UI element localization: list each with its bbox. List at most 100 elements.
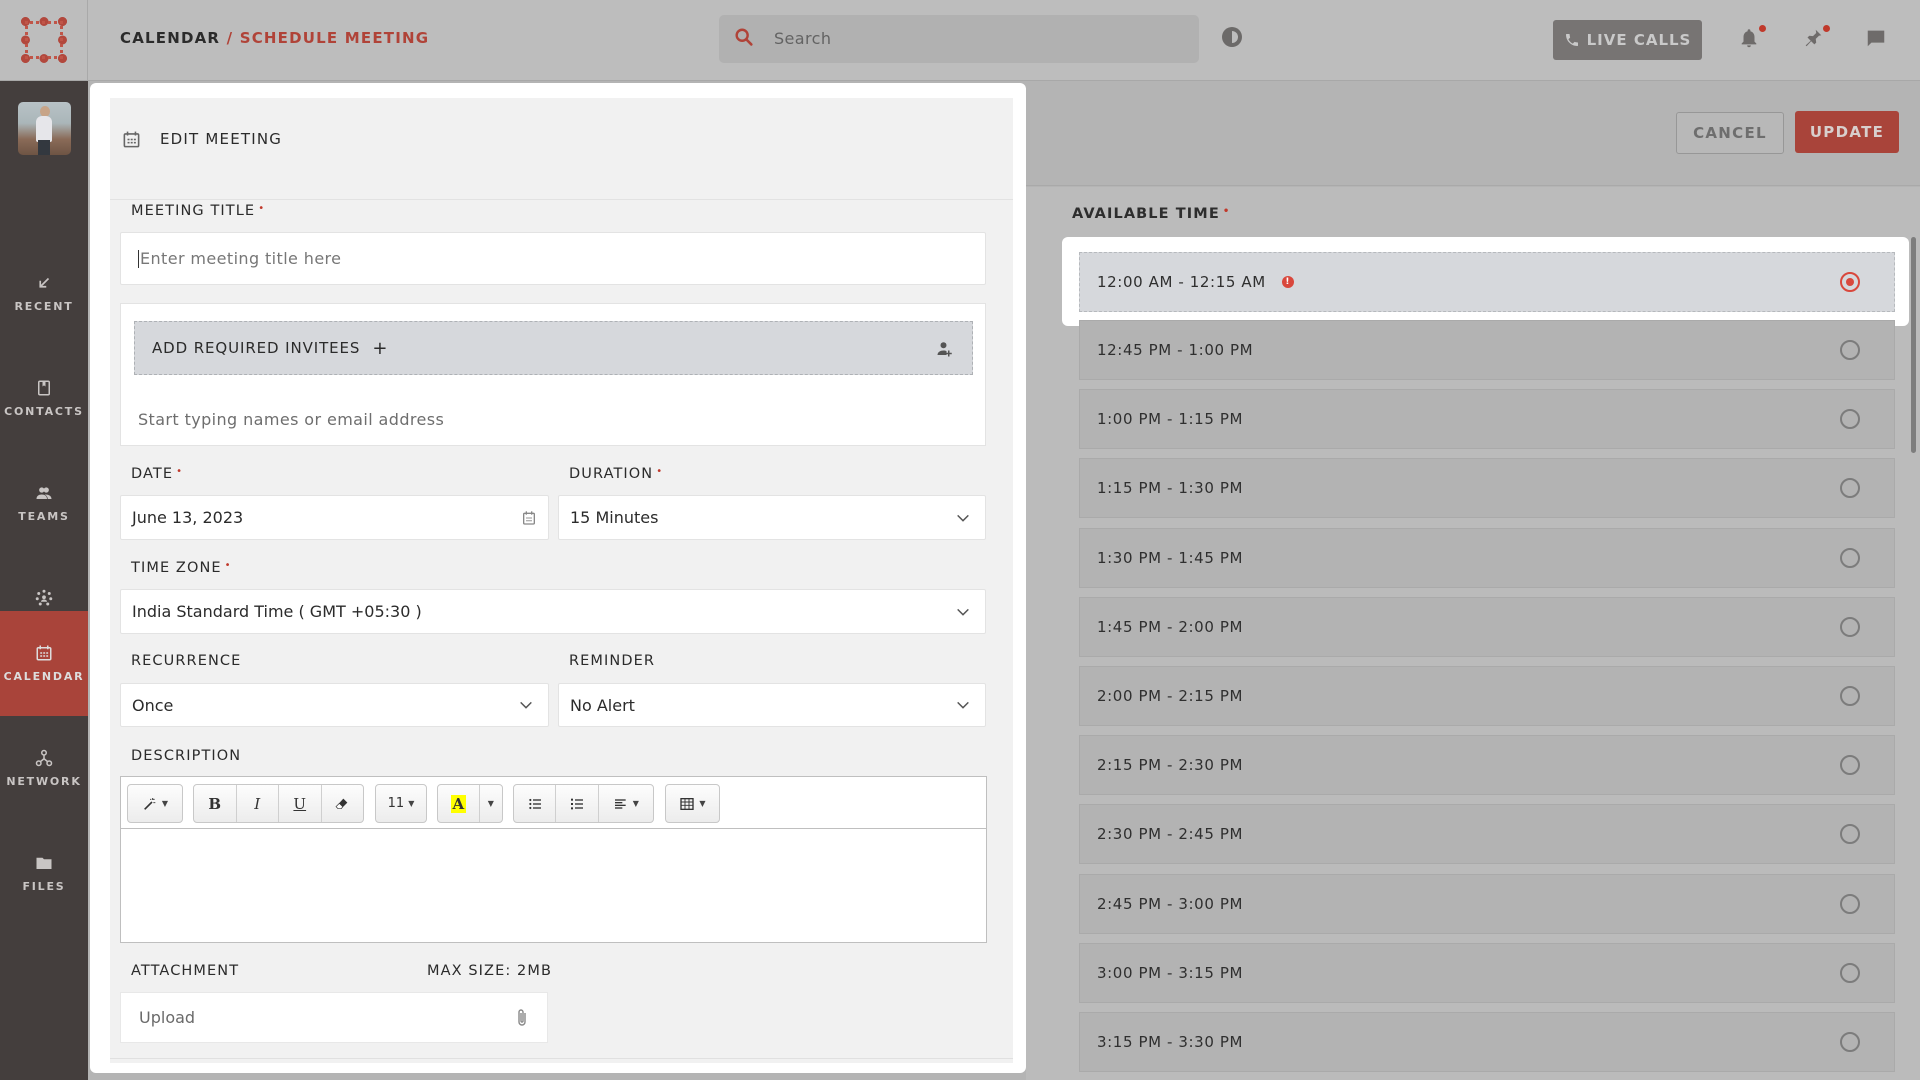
add-invitees-label: ADD REQUIRED INVITEES [152,339,361,357]
time-slot-label: 1:45 PM - 2:00 PM [1097,618,1244,636]
radio-unselected-icon[interactable] [1840,340,1860,360]
highlight-a-icon: A [450,794,467,813]
live-calls-button[interactable]: LIVE CALLS [1553,20,1702,60]
network-icon [35,749,53,767]
radio-unselected-icon[interactable] [1840,617,1860,637]
time-slot-label: 2:00 PM - 2:15 PM [1097,687,1244,705]
radio-unselected-icon[interactable] [1840,963,1860,983]
duration-select[interactable]: 15 Minutes [558,495,986,540]
chat-icon[interactable] [1865,27,1887,49]
theme-toggle-icon[interactable] [1222,27,1242,47]
sidebar-item-label: CALENDAR [3,670,85,683]
invitees-input[interactable]: Start typing names or email address [138,410,444,429]
numbered-list-icon [571,798,584,809]
time-slot[interactable]: 1:30 PM - 1:45 PM [1079,528,1895,588]
folder-icon [36,857,52,869]
recurrence-select[interactable]: Once [120,683,549,727]
top-bar: CALENDAR / SCHEDULE MEETING Search LIVE … [0,0,1920,81]
cancel-button[interactable]: CANCEL [1676,112,1784,154]
magic-style-button[interactable]: ▼ [128,785,182,822]
time-zone-select[interactable]: India Standard Time ( GMT +05:30 ) [120,589,986,634]
color-dropdown[interactable]: ▼ [480,785,502,822]
time-slot[interactable]: 2:30 PM - 2:45 PM [1079,804,1895,864]
logo-cell [0,0,88,81]
radio-unselected-icon[interactable] [1840,478,1860,498]
time-slot[interactable]: 1:45 PM - 2:00 PM [1079,597,1895,657]
meeting-title-input[interactable]: Enter meeting title here [120,232,986,285]
form-bottom-divider [110,1058,1013,1059]
meeting-title-label: MEETING TITLE • [131,203,266,219]
font-size-dropdown[interactable]: 11 ▼ [376,785,426,822]
app-logo[interactable] [21,17,67,63]
time-slot[interactable]: 2:45 PM - 3:00 PM [1079,874,1895,934]
bold-button[interactable]: B [194,785,237,822]
radio-unselected-icon[interactable] [1840,548,1860,568]
time-slot[interactable]: 2:00 PM - 2:15 PM [1079,666,1895,726]
description-label: DESCRIPTION [131,748,242,764]
italic-button[interactable]: I [237,785,279,822]
reminder-value: No Alert [570,695,635,715]
breadcrumb-schedule-meeting: SCHEDULE MEETING [239,29,430,47]
sidebar-item-label: FILES [22,880,66,893]
upload-input[interactable]: Upload [120,992,548,1043]
text-format-group: B I U [193,784,364,823]
required-marker: • [176,466,184,477]
sidebar-item-recent[interactable]: RECENT [0,241,88,346]
team-icon [36,487,52,499]
card-header [110,98,1013,200]
time-slot[interactable]: 12:45 PM - 1:00 PM [1079,320,1895,380]
sidebar-item-files[interactable]: FILES [0,821,88,926]
time-slot-label: 3:15 PM - 3:30 PM [1097,1033,1244,1051]
chevron-down-icon [957,701,969,709]
magic-wand-icon [144,797,156,810]
update-button[interactable]: UPDATE [1795,111,1899,153]
time-slot-label: 3:00 PM - 3:15 PM [1097,964,1244,982]
time-slot[interactable]: 2:15 PM - 2:30 PM [1079,735,1895,795]
add-user-icon[interactable] [936,340,954,358]
sidebar-item-label: CONTACTS [4,405,84,418]
breadcrumb-calendar[interactable]: CALENDAR [120,29,220,47]
numbered-list-button[interactable] [556,785,599,822]
eraser-icon [335,798,348,809]
time-slot-label: 12:45 PM - 1:00 PM [1097,341,1254,359]
sidebar-item-teams[interactable]: TEAMS [0,451,88,556]
radio-unselected-icon[interactable] [1840,686,1860,706]
table-dropdown[interactable]: ▼ [666,785,719,822]
available-time-label: AVAILABLE TIME • [1072,206,1231,222]
time-slot[interactable]: 12:00 AM - 12:15 AM! [1079,252,1895,312]
time-slot[interactable]: 1:00 PM - 1:15 PM [1079,389,1895,449]
time-slot[interactable]: 3:00 PM - 3:15 PM [1079,943,1895,1003]
underline-button[interactable]: U [279,785,322,822]
date-input[interactable]: June 13, 2023 [120,495,549,540]
color-group: A ▼ [437,784,503,823]
reminder-select[interactable]: No Alert [558,683,986,727]
radio-unselected-icon[interactable] [1840,824,1860,844]
pin-icon[interactable] [1802,27,1824,49]
bullet-list-button[interactable] [514,785,557,822]
highlight-color-button[interactable]: A [438,785,480,822]
clear-format-button[interactable] [322,785,364,822]
time-slot[interactable]: 1:15 PM - 1:30 PM [1079,458,1895,518]
bullet-list-icon [528,798,541,809]
radio-unselected-icon[interactable] [1840,1032,1860,1052]
sidebar-item-contacts[interactable]: CONTACTS [0,346,88,451]
search-input[interactable]: Search [719,15,1199,63]
time-slot-scrollbar[interactable] [1911,237,1916,453]
duration-value: 15 Minutes [570,508,659,527]
radio-unselected-icon[interactable] [1840,409,1860,429]
sidebar-item-calendar[interactable]: CALENDAR [0,611,88,716]
calendar-picker-icon[interactable] [521,510,537,526]
avatar[interactable] [18,102,71,155]
radio-unselected-icon[interactable] [1840,894,1860,914]
radio-unselected-icon[interactable] [1840,755,1860,775]
radio-selected-icon[interactable] [1840,272,1860,292]
align-dropdown[interactable]: ▼ [599,785,653,822]
style-group: ▼ [127,784,183,823]
time-slot[interactable]: 3:15 PM - 3:30 PM [1079,1012,1895,1072]
reminder-label: REMINDER [569,653,656,669]
bell-icon[interactable] [1738,27,1760,49]
add-required-invitees-button[interactable]: ADD REQUIRED INVITEES + [134,321,973,375]
sidebar-item-network[interactable]: NETWORK [0,716,88,821]
card-title: EDIT MEETING [160,130,283,148]
duration-label: DURATION • [569,466,664,482]
